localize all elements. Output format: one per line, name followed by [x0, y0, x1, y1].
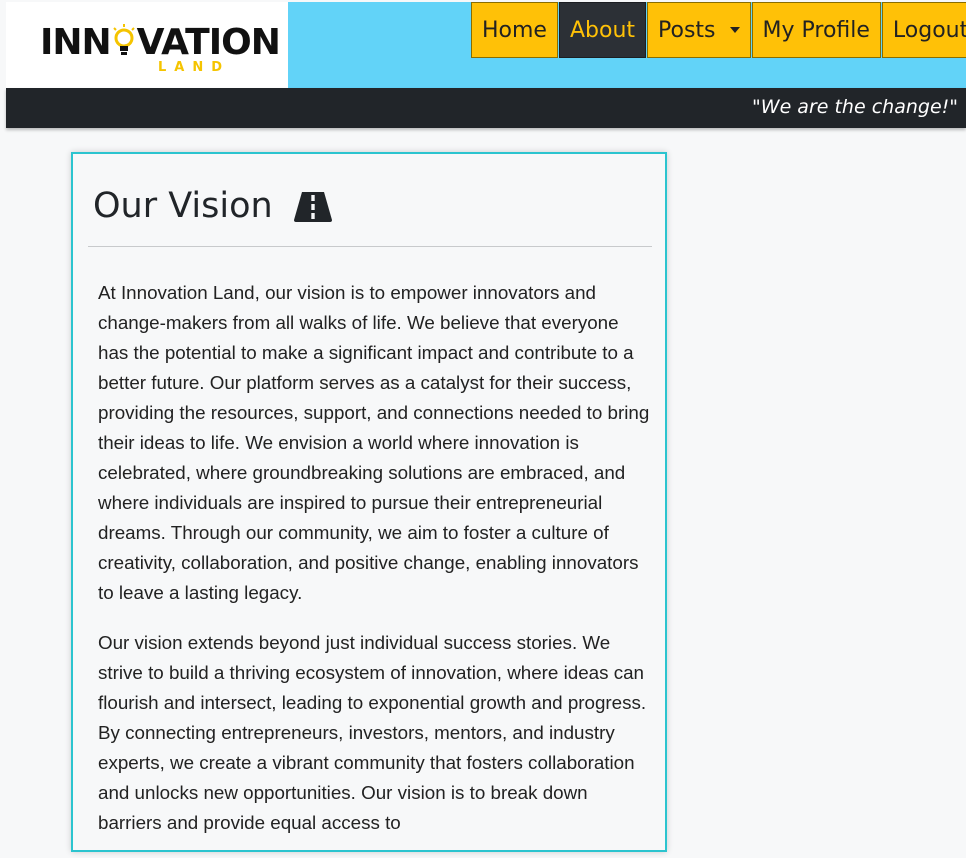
nav-home[interactable]: Home — [471, 2, 558, 58]
vision-card: Our Vision At Innovation Land, our visio… — [71, 152, 667, 852]
caret-down-icon — [729, 27, 740, 33]
logo-text-right: VATION — [136, 22, 281, 63]
nav-posts-dropdown[interactable]: Posts — [647, 2, 751, 58]
nav-posts-label: Posts — [658, 17, 716, 43]
main-nav: Home About Posts My Profile Logout — [471, 2, 966, 58]
slogan-bar: "We are the change!" — [6, 88, 966, 128]
logo-wordmark: INN VATION — [40, 22, 281, 63]
divider — [88, 246, 652, 247]
top-header: INN VATION LAND Home About Posts My Profi… — [6, 2, 966, 88]
vision-heading: Our Vision — [93, 186, 333, 226]
logo-text-left: INN — [40, 22, 112, 63]
vision-paragraph-1: At Innovation Land, our vision is to emp… — [98, 282, 650, 603]
road-icon — [293, 190, 333, 222]
logo[interactable]: INN VATION LAND — [6, 2, 288, 88]
nav-logout[interactable]: Logout — [881, 2, 966, 58]
vision-body: At Innovation Land, our vision is to emp… — [98, 278, 654, 858]
nav-about-label: About — [569, 17, 636, 43]
lightbulb-icon — [111, 24, 137, 56]
vision-paragraph-2: Our vision extends beyond just individua… — [98, 632, 647, 833]
nav-about[interactable]: About — [558, 2, 647, 58]
vision-title: Our Vision — [93, 186, 273, 226]
nav-logout-label: Logout — [892, 17, 966, 43]
nav-my-profile[interactable]: My Profile — [751, 2, 881, 58]
logo-subtitle: LAND — [158, 60, 231, 75]
nav-my-profile-label: My Profile — [762, 17, 870, 43]
slogan-text: "We are the change!" — [752, 96, 958, 118]
nav-home-label: Home — [482, 17, 547, 43]
